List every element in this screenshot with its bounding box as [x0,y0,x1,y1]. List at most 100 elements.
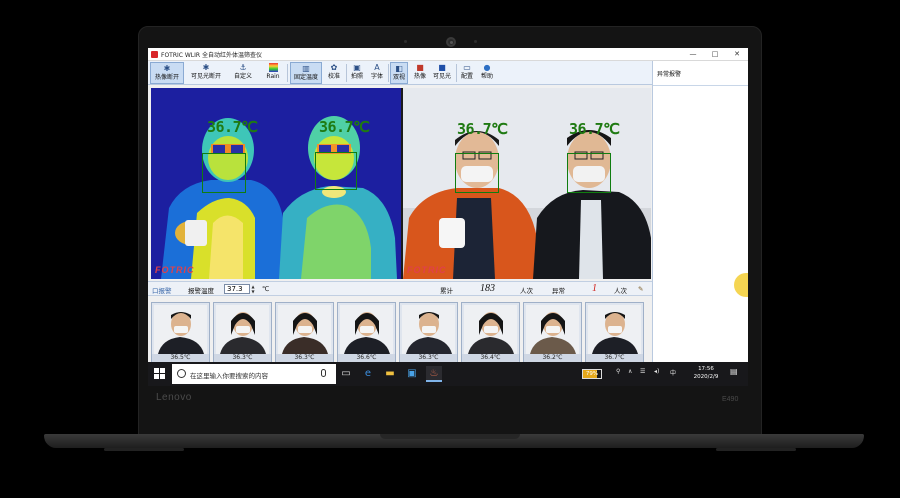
volume-icon[interactable]: ◂) [654,368,659,375]
separator [388,64,389,82]
total-count: 183 [480,283,495,294]
capture-thumbnail[interactable]: 36.5℃ [151,302,210,362]
separator [346,64,347,82]
dual-view-button[interactable]: ◧ 双视 [390,62,408,84]
capture-thumbnail[interactable]: 36.6℃ [337,302,396,362]
custom-button[interactable]: ⚓ 自定义 [230,62,256,84]
button-label: 自定义 [233,73,252,80]
capture-thumbnail[interactable]: 36.2℃ [523,302,582,362]
video-area: 36.7℃ 36.7℃ FOTRIC 36.7℃ 36.7℃ FOTRIC [151,88,651,279]
photos-icon[interactable]: ▣ [404,366,420,382]
file-explorer-icon[interactable]: ▬ [382,366,398,382]
visible-view-button[interactable]: ■ 可见光 [431,62,453,84]
taskbar-search-box[interactable]: 在这里输入你要搜索的内容 [172,364,336,384]
thermal-image [151,88,401,279]
clear-icon[interactable]: ✎ [638,285,643,293]
laptop-foot [104,448,184,451]
config-button[interactable]: ▭ 配置 [458,62,476,84]
fotric-watermark: FOTRIC [155,265,195,275]
alarm-temperature-unit: ℃ [262,285,270,293]
face-photo [588,305,641,354]
face-image [588,305,641,354]
divider [653,85,748,86]
alarm-temperature-stepper[interactable]: ▲ ▼ [250,284,256,294]
minimize-button[interactable]: — [686,49,700,59]
palette-button[interactable]: ▤ Rain [262,62,284,84]
capture-thumbnail[interactable]: 36.3℃ [275,302,334,362]
abnormal-unit: 人次 [614,287,627,295]
button-label: 拍照 [350,73,363,80]
button-label: 可见光断开 [190,73,221,80]
face-image [402,305,455,354]
laptop-hinge [380,434,520,439]
gear-icon: ✿ [330,63,338,72]
button-label: 配置 [460,73,473,80]
snapshot-button[interactable]: ▣ 拍照 [348,62,366,84]
capture-temperature: 36.6℃ [338,354,395,362]
face-photo [154,305,207,354]
battery-level: 79% [585,371,599,377]
fotric-app-icon[interactable]: ♨ [426,366,442,382]
model-tag: E490 [722,396,739,403]
network-icon[interactable]: ⚲ [616,368,620,375]
capture-thumbnail[interactable]: 36.4℃ [461,302,520,362]
capture-thumbnail[interactable]: 36.7℃ [585,302,644,362]
capture-temperature: 36.4℃ [462,354,519,362]
visible-square-icon: ■ [438,63,446,72]
edge-icon[interactable]: e [360,366,376,382]
maximize-button[interactable]: □ [708,49,722,59]
microphone-icon[interactable] [321,369,326,377]
visible-disconnect-button[interactable]: ✱ 可见光断开 [186,62,226,84]
abnormal-count: 1 [592,283,597,294]
button-label: 帮助 [480,73,493,80]
clock-time: 17:56 [698,366,714,372]
face-image [464,305,517,354]
face-photo [340,305,393,354]
camera-icon: ▣ [353,63,361,72]
windows-start-icon[interactable] [154,368,165,379]
fixed-temperature-button[interactable]: ▥ 固定温度 [290,62,322,84]
close-button[interactable]: ✕ [730,49,744,59]
calibrate-button[interactable]: ✿ 校准 [325,62,343,84]
face-image [216,305,269,354]
face-detection-box [315,152,357,190]
capture-temperature: 36.2℃ [524,354,581,362]
capture-temperature: 36.7℃ [586,354,643,362]
alarm-tab[interactable]: 口报警 [152,285,172,295]
notification-chevron-icon[interactable]: ∧ [628,368,632,375]
fotric-watermark: FOTRIC [407,265,447,275]
action-center-icon[interactable]: ▤ [730,367,738,376]
ime-indicator[interactable]: 中 [670,368,676,377]
thermal-view-button[interactable]: ■ 热像 [411,62,429,84]
temperature-label: 36.7℃ [207,118,258,136]
help-icon: ● [483,63,491,72]
button-label: 热像 [413,73,426,80]
alarm-temperature-input[interactable]: 37.3 [224,284,250,294]
face-photo [526,305,579,354]
wifi-icon[interactable]: ☰ [640,368,645,375]
button-label: Rain [266,73,280,80]
face-image [154,305,207,354]
separator [287,64,288,82]
capture-thumbnail[interactable]: 36.3℃ [213,302,272,362]
battery-icon[interactable]: 79% [582,369,602,379]
stats-bar: 口报警 报警温度 37.3 ▲ ▼ ℃ 累计 183 人次 异常 1 人次 ✎ [148,281,652,296]
font-icon: A [374,63,380,72]
thermal-view[interactable]: 36.7℃ 36.7℃ FOTRIC [151,88,401,279]
search-icon [177,369,186,378]
camera-sensor [474,40,477,43]
anchor-icon: ⚓ [239,63,247,72]
capture-temperature: 36.3℃ [276,354,333,362]
thermal-disconnect-button[interactable]: ✱ 热像断开 [150,62,184,84]
visible-image [403,88,651,279]
button-label: 热像断开 [154,74,179,81]
thermometer-icon: ▥ [302,64,310,73]
font-button[interactable]: A 字体 [368,62,386,84]
task-view-icon[interactable]: ▭ [338,366,354,382]
clock-date: 2020/2/9 [693,374,719,380]
system-clock[interactable]: 17:56 2020/2/9 [686,365,726,381]
dual-view-icon: ◧ [395,64,403,73]
help-button[interactable]: ● 帮助 [478,62,496,84]
visible-view[interactable]: 36.7℃ 36.7℃ FOTRIC [403,88,651,279]
capture-thumbnail[interactable]: 36.3℃ [399,302,458,362]
